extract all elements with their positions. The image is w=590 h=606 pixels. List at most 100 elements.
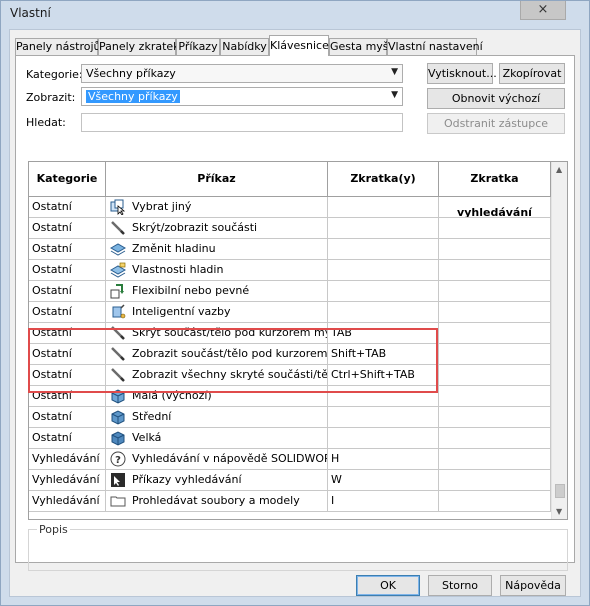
cell-shortcut[interactable] (328, 386, 439, 407)
table-row[interactable]: Ostatní Zobrazit všechny skryté součásti/… (29, 365, 551, 386)
table-row[interactable]: Vyhledávání? Vyhledávání v nápovědě SOLID… (29, 449, 551, 470)
tab-commands[interactable]: Příkazy (176, 38, 220, 55)
cell-search[interactable] (439, 491, 551, 512)
cell-search[interactable] (439, 407, 551, 428)
layer-icon (109, 241, 127, 257)
cell-category: Ostatní (29, 323, 106, 344)
category-text: Vyhledávání (32, 452, 100, 465)
category-text: Vyhledávání (32, 494, 100, 507)
description-box: Popis (28, 523, 568, 571)
table-row[interactable]: Ostatní Změnit hladinu (29, 239, 551, 260)
cell-search[interactable] (439, 386, 551, 407)
header-shortcut[interactable]: Zkratka(y) (328, 162, 439, 197)
cancel-button[interactable]: Storno (428, 575, 492, 596)
tab-shortcut-bars[interactable]: Panely zkratek (98, 38, 180, 55)
table-row[interactable]: Ostatní Velká (29, 428, 551, 449)
command-text: Střední (132, 410, 172, 423)
scroll-down-icon[interactable]: ▼ (556, 507, 562, 516)
cell-search[interactable] (439, 323, 551, 344)
table-row[interactable]: Ostatní Malá (výchozí) (29, 386, 551, 407)
cell-command: Skrýt součást/tělo pod kurzorem myši (106, 323, 328, 344)
category-label: Kategorie: (26, 68, 83, 81)
close-button[interactable]: × (520, 1, 566, 20)
cell-category: Ostatní (29, 260, 106, 281)
table-row[interactable]: Ostatní Střední (29, 407, 551, 428)
tab-menus[interactable]: Nabídky (220, 38, 269, 55)
cell-shortcut[interactable]: I (328, 491, 439, 512)
table-row[interactable]: Ostatní Skrýt součást/tělo pod kurzorem m… (29, 323, 551, 344)
cell-command: Velká (106, 428, 328, 449)
cell-search[interactable] (439, 365, 551, 386)
table-row[interactable]: Ostatní Inteligentní vazby (29, 302, 551, 323)
svg-text:?: ? (115, 455, 121, 466)
cell-shortcut[interactable] (328, 428, 439, 449)
cell-category: Vyhledávání (29, 449, 106, 470)
cell-shortcut[interactable] (328, 281, 439, 302)
cell-shortcut[interactable]: TAB (328, 323, 439, 344)
cell-shortcut[interactable] (328, 239, 439, 260)
command-text: Flexibilní nebo pevné (132, 284, 250, 297)
show-dropdown[interactable]: Všechny příkazy ▼ (81, 87, 403, 106)
cell-search[interactable] (439, 302, 551, 323)
header-category[interactable]: Kategorie (29, 162, 106, 197)
cell-shortcut[interactable] (328, 260, 439, 281)
table-row[interactable]: Ostatní Vybrat jiný (29, 197, 551, 218)
cell-category: Ostatní (29, 218, 106, 239)
scroll-up-icon[interactable]: ▲ (556, 165, 562, 174)
table-row[interactable]: Ostatní Flexibilní nebo pevné (29, 281, 551, 302)
cell-search[interactable] (439, 428, 551, 449)
category-dropdown[interactable]: Všechny příkazy ▼ (81, 64, 403, 83)
pencil-icon (110, 367, 126, 383)
vertical-scrollbar[interactable]: ▲ ▼ (551, 162, 567, 519)
tab-keyboard[interactable]: Klávesnice (269, 35, 329, 56)
cell-shortcut[interactable] (328, 302, 439, 323)
cell-search[interactable] (439, 281, 551, 302)
cell-shortcut[interactable]: W (328, 470, 439, 491)
header-search-shortcut[interactable]: Zkratka vyhledávání (439, 162, 551, 219)
cell-search[interactable] (439, 239, 551, 260)
title-bar: Vlastní × (1, 1, 589, 27)
table-row[interactable]: Ostatní Skrýt/zobrazit součásti (29, 218, 551, 239)
remove-shortcut-button[interactable]: Odstranit zástupce (427, 113, 565, 134)
copy-button[interactable]: Zkopírovat (499, 63, 565, 84)
cell-search[interactable] (439, 344, 551, 365)
help-button[interactable]: Nápověda (500, 575, 566, 596)
cell-shortcut[interactable] (328, 197, 439, 218)
show-label: Zobrazit: (26, 91, 76, 104)
category-text: Ostatní (32, 263, 72, 276)
cell-shortcut[interactable] (328, 218, 439, 239)
cell-search[interactable] (439, 260, 551, 281)
cell-search[interactable] (439, 197, 551, 218)
table-row[interactable]: Vyhledávání Prohledávat soubory a modely I (29, 491, 551, 512)
command-text: Inteligentní vazby (132, 305, 231, 318)
scroll-thumb[interactable] (555, 484, 565, 498)
cell-shortcut[interactable]: Ctrl+Shift+TAB (328, 365, 439, 386)
cell-category: Ostatní (29, 407, 106, 428)
tab-toolbars[interactable]: Panely nástrojů (15, 38, 100, 55)
cell-command: Vybrat jiný (106, 197, 328, 218)
cell-search[interactable] (439, 470, 551, 491)
cell-command: Zobrazit všechny skryté součásti/těla (106, 365, 328, 386)
ok-button[interactable]: OK (356, 575, 420, 596)
table-row[interactable]: Ostatní Zobrazit součást/tělo pod kurzore… (29, 344, 551, 365)
folder-icon (110, 493, 126, 509)
header-command[interactable]: Příkaz (106, 162, 328, 197)
help-search-icon: ? (110, 451, 126, 467)
cell-shortcut[interactable] (328, 407, 439, 428)
print-button[interactable]: Vytisknout... (427, 63, 497, 84)
category-value: Všechny příkazy (86, 67, 176, 80)
table-row[interactable]: Vyhledávání Příkazy vyhledávání W (29, 470, 551, 491)
cell-search[interactable] (439, 218, 551, 239)
search-input[interactable] (81, 113, 403, 132)
shortcut-text: H (331, 452, 340, 465)
cell-search[interactable] (439, 449, 551, 470)
tab-custom-settings[interactable]: Vlastní nastavení (387, 38, 483, 55)
cell-shortcut[interactable]: H (328, 449, 439, 470)
shortcut-text: Shift+TAB (331, 347, 387, 360)
reset-defaults-button[interactable]: Obnovit výchozí (427, 88, 565, 109)
cell-shortcut[interactable]: Shift+TAB (328, 344, 439, 365)
command-text: Vlastnosti hladin (132, 263, 224, 276)
table-row[interactable]: Ostatní Vlastnosti hladin (29, 260, 551, 281)
category-text: Ostatní (32, 242, 72, 255)
tab-mouse-gestures[interactable]: Gesta myši (329, 38, 392, 55)
